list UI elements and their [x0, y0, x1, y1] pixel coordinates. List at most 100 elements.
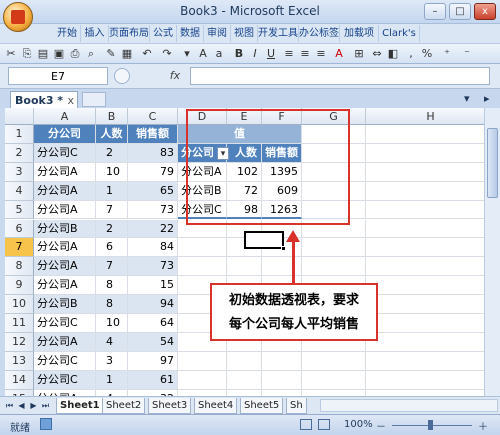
- copy-icon[interactable]: ⎘: [20, 47, 34, 61]
- row-header-1[interactable]: 1: [5, 125, 34, 144]
- sheet-tab-2[interactable]: Sheet3: [148, 398, 192, 414]
- table-cell[interactable]: 分公司B: [34, 219, 96, 239]
- table-cell[interactable]: 6: [96, 238, 128, 258]
- row-header-5[interactable]: 5: [5, 200, 34, 220]
- align-left-icon[interactable]: ≡: [282, 47, 296, 61]
- preview-icon[interactable]: ⌕: [84, 47, 98, 61]
- office-button[interactable]: [3, 2, 33, 32]
- table-cell[interactable]: 分公司A: [34, 332, 96, 352]
- zoom-in-button[interactable]: ＋: [478, 418, 488, 433]
- sheet-tab-3[interactable]: Sheet4: [194, 398, 238, 414]
- fill-color-icon[interactable]: ◧: [386, 47, 400, 61]
- cell-H4[interactable]: [366, 182, 484, 201]
- cell-E14[interactable]: [227, 370, 262, 390]
- ribbon-tab-6[interactable]: 视图: [231, 25, 258, 42]
- column-header-A[interactable]: A: [34, 108, 96, 125]
- row-header-2[interactable]: 2: [5, 143, 34, 163]
- normal-view-icon[interactable]: [300, 419, 312, 430]
- cell-D8[interactable]: [178, 257, 227, 277]
- cell-H3[interactable]: [366, 163, 484, 182]
- decrease-decimal-icon[interactable]: ⁻: [460, 47, 474, 61]
- table-cell[interactable]: 8: [96, 276, 128, 296]
- formula-input[interactable]: [190, 67, 490, 85]
- cell-H10[interactable]: [366, 295, 484, 314]
- last-sheet-icon[interactable]: ⏭: [40, 400, 51, 411]
- cell-F8[interactable]: [262, 257, 302, 277]
- sheet-tab-0[interactable]: Sheet1: [56, 398, 104, 414]
- cell-H5[interactable]: [366, 201, 484, 220]
- table-cell[interactable]: 65: [128, 181, 178, 201]
- table-header-cell[interactable]: 分公司: [34, 125, 96, 144]
- table-cell[interactable]: 分公司C: [34, 351, 96, 371]
- cell-F14[interactable]: [262, 370, 302, 390]
- table-cell[interactable]: 分公司A: [34, 181, 96, 201]
- table-cell[interactable]: 分公司C: [34, 143, 96, 163]
- cell-H14[interactable]: [366, 371, 484, 390]
- cell-G14[interactable]: [302, 370, 366, 390]
- row-header-13[interactable]: 13: [5, 351, 34, 371]
- print-icon[interactable]: ⎙: [68, 47, 82, 61]
- ribbon-tab-2[interactable]: 页面布局: [109, 25, 150, 42]
- page-layout-view-icon[interactable]: [318, 419, 330, 430]
- percent-icon[interactable]: %: [420, 47, 434, 61]
- fill-handle[interactable]: [281, 246, 286, 251]
- underline-icon[interactable]: U: [264, 47, 278, 61]
- cell-H13[interactable]: [366, 352, 484, 371]
- minimize-button[interactable]: –: [424, 3, 446, 20]
- table-cell[interactable]: 15: [128, 276, 178, 296]
- table-cell[interactable]: 94: [128, 295, 178, 314]
- column-header-H[interactable]: H: [366, 108, 484, 125]
- ribbon-tab-9[interactable]: 加载项: [340, 25, 379, 42]
- cell-F13[interactable]: [262, 351, 302, 371]
- new-tab-button[interactable]: [82, 92, 106, 107]
- cell-G7[interactable]: [302, 238, 366, 258]
- cell-H12[interactable]: [366, 333, 484, 352]
- horizontal-scrollbar[interactable]: [320, 399, 498, 412]
- table-cell[interactable]: 8: [96, 295, 128, 314]
- scrollbar-thumb[interactable]: [487, 128, 498, 198]
- table-cell[interactable]: 分公司A: [34, 200, 96, 220]
- table-cell[interactable]: 2: [96, 219, 128, 239]
- insert-function-icon[interactable]: fx: [164, 67, 186, 85]
- paste-icon[interactable]: ▦: [120, 47, 134, 61]
- table-header-cell[interactable]: 人数: [96, 125, 128, 144]
- row-header-11[interactable]: 11: [5, 314, 34, 333]
- shrink-font-icon[interactable]: a: [212, 47, 226, 61]
- cut-icon[interactable]: ✂: [4, 47, 18, 61]
- row-header-3[interactable]: 3: [5, 162, 34, 182]
- table-cell[interactable]: 1: [96, 181, 128, 201]
- first-sheet-icon[interactable]: ⏮: [4, 400, 15, 411]
- row-header-6[interactable]: 6: [5, 219, 34, 239]
- zoom-slider-thumb[interactable]: [428, 420, 433, 430]
- table-cell[interactable]: 22: [128, 219, 178, 239]
- next-sheet-icon[interactable]: ▶: [28, 400, 39, 411]
- cell-D13[interactable]: [178, 351, 227, 371]
- table-cell[interactable]: 1: [96, 370, 128, 390]
- ribbon-tab-5[interactable]: 审阅: [204, 25, 231, 42]
- table-cell[interactable]: 10: [96, 314, 128, 333]
- row-header-8[interactable]: 8: [5, 257, 34, 277]
- table-cell[interactable]: 84: [128, 238, 178, 258]
- cell-G13[interactable]: [302, 351, 366, 371]
- table-cell[interactable]: 54: [128, 332, 178, 352]
- grow-font-icon[interactable]: A: [196, 47, 210, 61]
- comma-style-icon[interactable]: ,: [404, 47, 418, 61]
- italic-icon[interactable]: I: [248, 47, 262, 61]
- font-name-icon[interactable]: ▾: [180, 47, 194, 61]
- select-all-corner[interactable]: [5, 108, 34, 125]
- close-button[interactable]: x: [474, 3, 496, 20]
- table-cell[interactable]: 分公司A: [34, 162, 96, 182]
- save-icon[interactable]: ▣: [52, 47, 66, 61]
- zoom-level[interactable]: 100%: [344, 419, 373, 430]
- ribbon-tab-0[interactable]: 开始: [54, 25, 81, 42]
- table-cell[interactable]: 73: [128, 257, 178, 277]
- maximize-button[interactable]: □: [449, 3, 471, 20]
- borders-icon[interactable]: ⊞: [352, 47, 366, 61]
- table-cell[interactable]: 79: [128, 162, 178, 182]
- cancel-entry-icon[interactable]: [114, 68, 130, 84]
- bold-icon[interactable]: B: [232, 47, 246, 61]
- merge-icon[interactable]: ⇔: [370, 47, 384, 61]
- table-cell[interactable]: 97: [128, 351, 178, 371]
- sheet-tab-4[interactable]: Sheet5: [240, 398, 284, 414]
- workbook-tab[interactable]: Book3 * x: [10, 91, 78, 109]
